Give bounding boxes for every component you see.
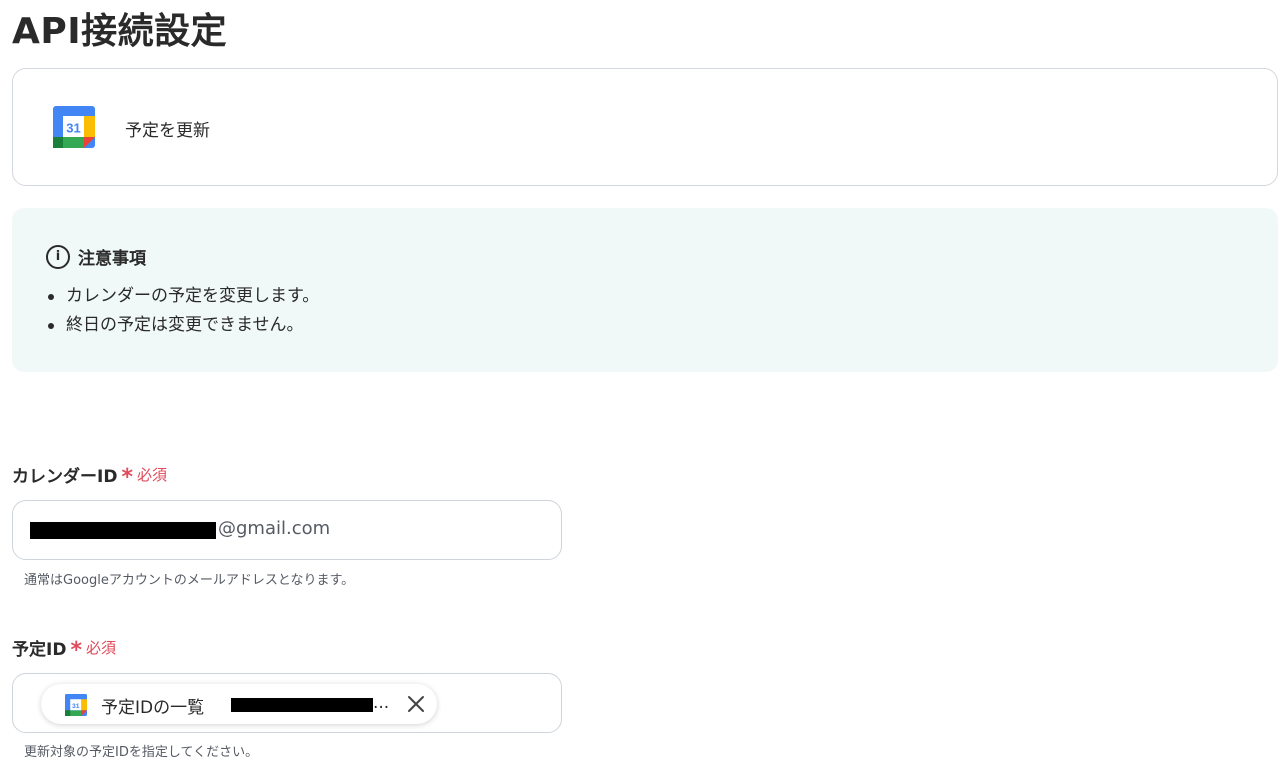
required-asterisk: *: [121, 464, 133, 490]
svg-text:31: 31: [72, 703, 80, 710]
notice-list: カレンダーの予定を変更します。 終日の予定は変更できません。: [45, 282, 319, 340]
required-text: 必須: [85, 639, 116, 657]
redacted-email-user: [30, 522, 216, 539]
google-calendar-icon: 31: [65, 694, 87, 716]
event-id-label: 予定ID * 必須: [12, 637, 116, 663]
api-settings-page: API接続設定 31 予定を更新 i 注意事項 カレンダーの予定を変更します。 …: [0, 0, 1287, 766]
svg-text:31: 31: [66, 121, 80, 136]
calendar-id-input[interactable]: @gmail.com: [12, 500, 562, 560]
required-asterisk: *: [70, 637, 82, 663]
notice-box: i 注意事項 カレンダーの予定を変更します。 終日の予定は変更できません。: [12, 208, 1278, 372]
email-domain-text: @gmail.com: [218, 518, 331, 539]
calendar-id-hint: 通常はGoogleアカウントのメールアドレスとなります。: [24, 573, 355, 588]
notice-item: カレンダーの予定を変更します。: [45, 282, 319, 311]
chip-label: 予定IDの一覧: [101, 698, 205, 718]
event-id-hint: 更新対象の予定IDを指定してください。: [24, 745, 259, 760]
close-icon[interactable]: [405, 693, 427, 715]
redacted-event-id: [231, 698, 373, 712]
action-card: 31 予定を更新: [12, 68, 1278, 186]
notice-title: 注意事項: [78, 249, 146, 269]
calendar-id-label: カレンダーID * 必須: [12, 464, 167, 490]
bullet-icon: [48, 322, 54, 329]
info-icon: i: [46, 244, 70, 269]
notice-header: i 注意事項: [46, 244, 146, 269]
required-text: 必須: [136, 466, 167, 484]
page-title: API接続設定: [12, 11, 228, 52]
notice-item: 終日の予定は変更できません。: [45, 311, 319, 340]
event-id-chip[interactable]: 31 予定IDの一覧 ...: [41, 684, 437, 724]
google-calendar-icon: 31: [53, 106, 95, 148]
bullet-icon: [48, 293, 54, 300]
action-name: 予定を更新: [125, 121, 210, 141]
chip-ellipsis: ...: [373, 693, 390, 713]
event-id-input[interactable]: 31 予定IDの一覧 ...: [12, 673, 562, 733]
